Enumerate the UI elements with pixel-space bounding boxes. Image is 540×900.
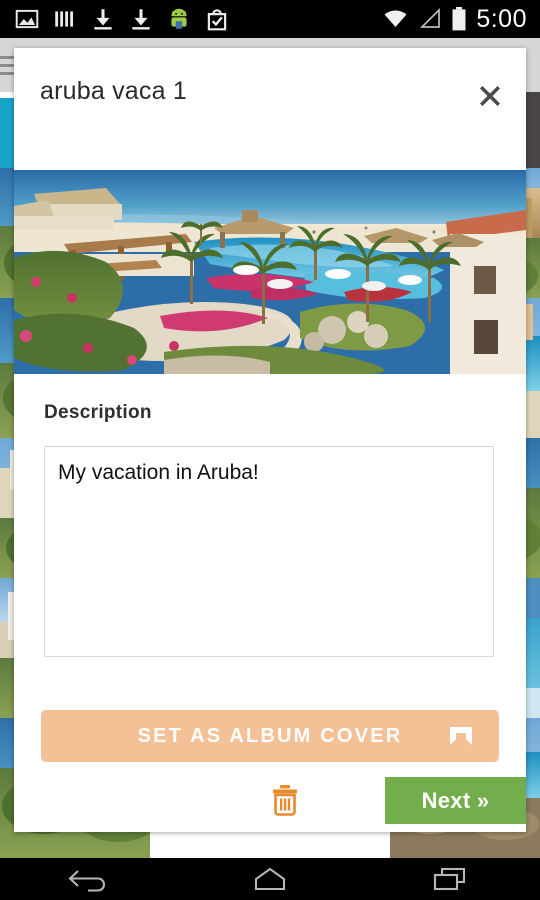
image-icon [15,9,39,29]
home-icon [254,867,286,891]
dialog-body: Description [14,374,526,662]
close-icon [480,86,500,106]
description-input[interactable] [44,446,494,657]
status-bar-clock: 5:00 [476,4,527,33]
download-icon [94,9,112,30]
status-bar: 5:00 [0,0,540,38]
close-button[interactable] [466,72,514,120]
shopping-bag-check-icon [207,9,227,31]
signal-icon [420,7,441,28]
next-button[interactable]: Next » [385,777,526,824]
set-as-album-cover-button[interactable]: SET AS ALBUM COVER [41,710,499,762]
description-label: Description [44,402,152,423]
bookmark-icon [450,727,472,745]
wifi-icon [384,10,407,27]
battery-icon [452,7,466,31]
recents-icon [433,867,466,891]
android-icon [171,8,187,29]
photo-edit-dialog: aruba vaca 1 Description My vacation in … [14,48,526,832]
nav-back-button[interactable] [45,858,135,900]
nav-recents-button[interactable] [405,858,495,900]
resort-beach-photo [14,170,526,374]
bars-icon [55,11,74,27]
back-arrow-icon [68,870,106,892]
photo-preview[interactable] [14,170,526,374]
android-nav-bar [0,858,540,900]
nav-home-button[interactable] [225,858,315,900]
download-icon-2 [132,9,150,30]
dialog-header: aruba vaca 1 [14,48,526,170]
delete-photo-button[interactable] [263,778,307,822]
set-as-album-cover-label: SET AS ALBUM COVER [137,724,403,747]
phone-screen: aruba vaca 1 Description My vacation in … [0,0,540,900]
trash-icon [273,785,297,816]
page-title: aruba vaca 1 [40,77,187,105]
next-button-label: Next » [421,787,490,813]
